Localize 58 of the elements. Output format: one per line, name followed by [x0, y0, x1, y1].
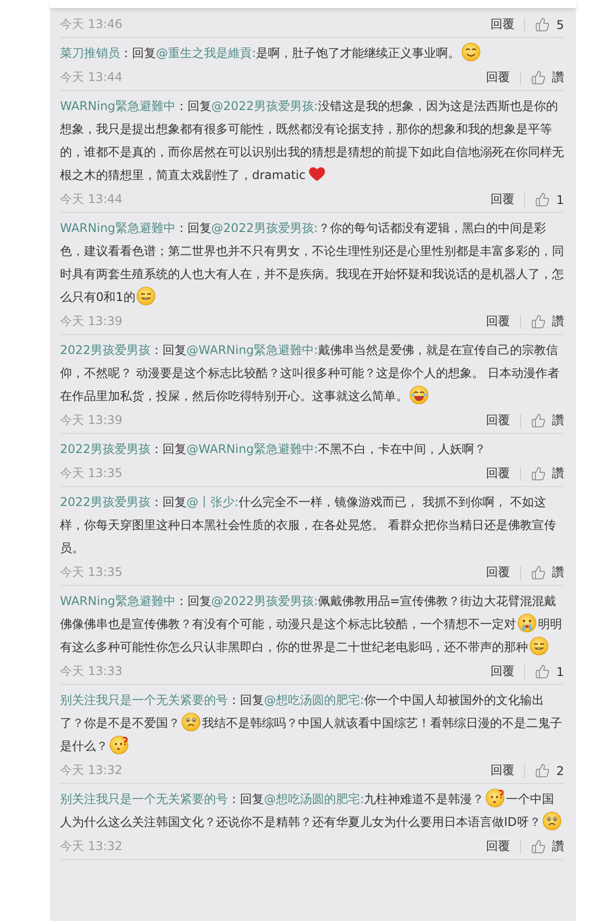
thumbs-up-icon — [531, 70, 546, 85]
comment-text: 别关注我只是一个无关紧要的号：回复@想吃汤圆的肥宅:九柱神难道不是韩漫？ 一个中国人为什么这么关注韩国文化？还说你不是精韩？还有华夏儿女为什么要用日本语言做ID呀？ — [60, 788, 564, 834]
reply-link[interactable]: 回覆 — [490, 663, 514, 680]
sad-face-icon — [181, 712, 201, 732]
dizzy-face-icon — [529, 636, 549, 656]
like-button[interactable]: 讚 — [531, 465, 564, 482]
comment-text: 别关注我只是一个无关紧要的号：回复@想吃汤圆的肥宅:你一个中国人却被国外的文化输出了？你是不是不爱国？ 我结不是韩综吗？中国人就该看中国综艺！看韩综日漫的不是二鬼子是什么？ — [60, 692, 563, 757]
like-button[interactable]: 1 — [535, 192, 564, 207]
like-button[interactable]: 2 — [535, 763, 564, 778]
thumbs-up-icon — [531, 314, 546, 329]
reply-link[interactable]: 回覆 — [486, 69, 510, 86]
comment-time: 今天 13:33 — [60, 663, 122, 680]
like-button[interactable]: 讚 — [531, 313, 564, 330]
comment-time: 今天 13:32 — [60, 838, 122, 855]
comment-text: 菜刀推销员：回复@重生之我是維貢:是啊，肚子饱了才能继续正义事业啊。 — [60, 42, 564, 65]
reply-link[interactable]: 回覆 — [486, 313, 510, 330]
thumbs-up-icon — [535, 192, 550, 207]
reply-link[interactable]: 回覆 — [486, 412, 510, 429]
comment-time: 今天 13:32 — [60, 762, 122, 779]
comment-text: WARNing緊急避難中：回复@2022男孩爱男孩:没错这是我的想象，因为这是法西斯也是你的想象，我只是提出想象都有很多可能性，既然都没有论据支持，那你的想象和我的想象是平等的，谁都不是真的，而你居然在可以识别出我的猜想是猜想的前提下如此自信地溺死在你同样无根之木的猜想里，简直太戏剧性了，dramatic — [60, 98, 564, 186]
comment-text: 2022男孩爱男孩：回复@丨张少:什么完全不一样，镜像游戏而已， 我抓不到你啊， 不如这样，你每天穿图里这种日本黑社会性质的衣服，在各处晃悠。 看群众把你当精日还是佛教宣传员。 — [60, 494, 557, 557]
reply-link[interactable]: 回覆 — [490, 762, 514, 779]
crying-face-icon — [517, 613, 537, 633]
thumbs-up-icon — [531, 466, 546, 481]
reply-link[interactable]: 回覆 — [490, 16, 514, 33]
comment-text: WARNing緊急避難中：回复@2022男孩爱男孩:？你的每句话都没有逻辑，黑白的中间是彩色，建议看看色谱；第二世界也并不只有男女，不论生理性别还是心里性别都是丰富多彩的，同时具有两套生殖系统的人也大有人在，并不是疾病。我现在开始怀疑和我说话的是机器人了，怎么只有0和1的 — [60, 220, 564, 308]
like-button[interactable]: 5 — [535, 17, 564, 32]
puzzled-face-icon — [109, 735, 129, 755]
comment-text: WARNing緊急避難中：回复@2022男孩爱男孩:佩戴佛教用品=宣传佛教？街边大花臂混混戴佛像佛串也是宣传佛教？有没有个可能，动漫只是这个标志比较酷，一个猜想不一定对 明明有这么多种可能性你怎么只认非黑即白，你的世界是二十世纪老电影吗，还不带声的那种 — [60, 593, 563, 658]
like-button[interactable]: 1 — [535, 664, 564, 679]
thumbs-up-icon — [535, 664, 550, 679]
reply-link[interactable]: 回覆 — [486, 564, 510, 581]
thumbs-up-icon — [531, 839, 546, 854]
sad-face-icon — [542, 811, 562, 831]
comment-time: 今天 13:35 — [60, 465, 122, 482]
comment-text: 2022男孩爱男孩：回复@WARNing緊急避難中:不黑不白，卡在中间，人妖啊？ — [60, 441, 487, 458]
reply-link[interactable]: 回覆 — [486, 465, 510, 482]
puzzled-face-icon — [485, 788, 506, 808]
smiley-icon — [461, 42, 482, 62]
comment-time: 今天 13:44 — [60, 69, 122, 86]
thumbs-up-icon — [535, 17, 550, 32]
comment-time: 今天 13:39 — [60, 313, 122, 330]
comment-time: 今天 13:39 — [60, 412, 122, 429]
dizzy-face-icon — [136, 286, 156, 306]
comment-time: 今天 13:46 — [60, 16, 122, 33]
thumbs-up-icon — [531, 413, 546, 428]
like-button[interactable]: 讚 — [531, 838, 564, 855]
laughing-face-icon — [409, 385, 429, 405]
thumbs-up-icon — [531, 565, 546, 580]
comment-time: 今天 13:44 — [60, 191, 122, 208]
comment-text: 2022男孩爱男孩：回复@WARNing緊急避難中:戴佛串当然是爱佛，就是在宣传自己的宗教信仰，不然呢？ 动漫要是这个标志比较酷？这叫很多种可能？这是你个人的想象。 日本动漫作者在作品里加私货，投屎，然后你吃得特别开心。这事就这么简单。 — [60, 342, 561, 407]
reply-link[interactable]: 回覆 — [490, 191, 514, 208]
comment-time: 今天 13:35 — [60, 564, 122, 581]
like-button[interactable]: 讚 — [531, 69, 564, 86]
like-button[interactable]: 讚 — [531, 412, 564, 429]
like-button[interactable]: 讚 — [531, 564, 564, 581]
reply-link[interactable]: 回覆 — [486, 838, 510, 855]
thumbs-up-icon — [535, 763, 550, 778]
